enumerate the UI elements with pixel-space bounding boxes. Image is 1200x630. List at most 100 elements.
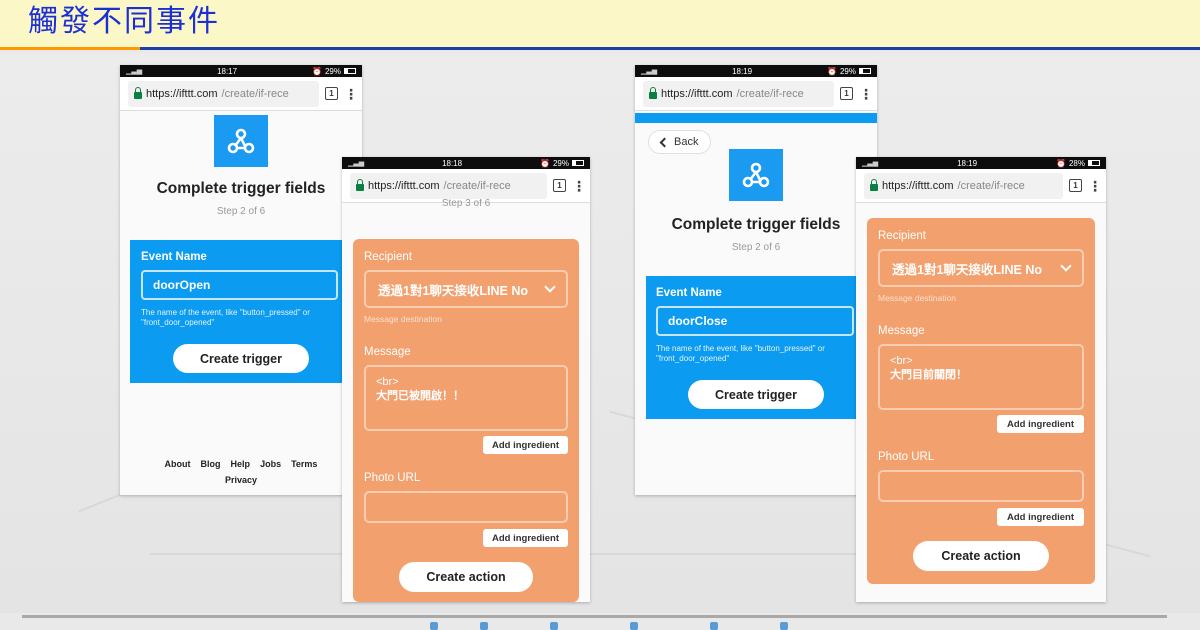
status-bar: ▁▃▅ 18:19 ⏰ 29% [635, 65, 877, 77]
message-label: Message [364, 346, 411, 358]
alarm-icon: ⏰ [312, 66, 322, 76]
event-name-input[interactable]: doorClose [656, 306, 854, 336]
url-host: https://ifttt.com [882, 179, 954, 192]
footer-link-terms[interactable]: Terms [291, 459, 317, 469]
event-name-label: Event Name [141, 251, 207, 263]
signal-icon: ▁▃▅ [126, 68, 143, 75]
footer-link-jobs[interactable]: Jobs [260, 459, 281, 469]
back-button[interactable]: Back [648, 130, 712, 154]
slide-header: 觸發不同事件 [0, 0, 1200, 50]
event-name-label: Event Name [656, 287, 722, 299]
url-host: https://ifttt.com [146, 87, 218, 100]
signal-icon: ▁▃▅ [862, 160, 879, 167]
action-fields-card: Recipient 透過1對1聊天接收LINE No Message desti… [867, 218, 1095, 584]
photo-url-label: Photo URL [878, 451, 935, 463]
status-bar: ▁▃▅ 18:18 ⏰ 29% [342, 157, 590, 169]
recipient-select[interactable]: 透過1對1聊天接收LINE No [364, 270, 568, 308]
page-heading: Complete trigger fields [671, 216, 841, 233]
status-time: 18:19 [732, 66, 753, 76]
slide-footer-rule [22, 615, 1167, 618]
overflow-menu-icon[interactable]: ⋮ [1088, 179, 1102, 193]
tab-switcher-button[interactable]: 1 [553, 179, 566, 192]
battery-icon [343, 68, 356, 74]
recipient-select[interactable]: 透過1對1聊天接收LINE No [878, 249, 1084, 287]
message-line-2: 大門目前關閉！ [890, 369, 967, 381]
trigger-fields-card: Event Name doorClose The name of the eve… [646, 276, 877, 419]
overflow-menu-icon[interactable]: ⋮ [344, 87, 358, 101]
message-line-1: <br> [376, 376, 399, 388]
add-ingredient-button[interactable]: Add ingredient [483, 436, 568, 454]
event-name-helper: The name of the event, like "button_pres… [141, 308, 310, 327]
url-path: /create/if-rece [957, 179, 1025, 192]
url-path: /create/if-rece [221, 87, 289, 100]
address-field[interactable]: https://ifttt.com/create/if-rece [128, 80, 319, 107]
message-label: Message [878, 325, 925, 337]
address-field[interactable]: https://ifttt.com/create/if-rece [350, 172, 547, 199]
photo-url-input[interactable] [878, 470, 1084, 502]
browser-url-bar: https://ifttt.com/create/if-rece 1 ⋮ [342, 169, 590, 203]
event-name-input[interactable]: doorOpen [141, 270, 338, 300]
message-line-1: <br> [890, 355, 913, 367]
phone-screenshot-action-close: ▁▃▅ 18:19 ⏰ 28% https://ifttt.com/create/… [856, 157, 1106, 602]
footer-link-privacy[interactable]: Privacy [225, 475, 257, 485]
battery-percent: 28% [1068, 158, 1085, 168]
footer-link-help[interactable]: Help [231, 459, 251, 469]
status-time: 18:18 [442, 158, 463, 168]
status-time: 18:17 [217, 66, 238, 76]
photo-url-input[interactable] [364, 491, 568, 523]
address-field[interactable]: https://ifttt.com/create/if-rece [864, 172, 1063, 199]
address-field[interactable]: https://ifttt.com/create/if-rece [643, 80, 834, 107]
recipient-label: Recipient [878, 230, 926, 242]
chevron-down-icon [1060, 260, 1072, 272]
phone-screenshot-trigger-open: ▁▃▅ 18:17 ⏰ 29% https://ifttt.com/create/… [120, 65, 362, 495]
browser-url-bar: https://ifttt.com/create/if-rece 1 ⋮ [856, 169, 1106, 203]
phone-screenshot-action-open: ▁▃▅ 18:18 ⏰ 29% https://ifttt.com/create/… [342, 157, 590, 602]
tab-switcher-button[interactable]: 1 [325, 87, 338, 100]
trigger-fields-card: Event Name doorOpen The name of the even… [130, 240, 362, 383]
add-ingredient-button[interactable]: Add ingredient [997, 415, 1084, 433]
footer-dot [780, 622, 788, 630]
tab-switcher-button[interactable]: 1 [1069, 179, 1082, 192]
webhooks-logo-icon [214, 115, 268, 167]
step-indicator: Step 3 of 6 [441, 199, 491, 209]
battery-percent: 29% [324, 66, 341, 76]
action-fields-card: Recipient 透過1對1聊天接收LINE No Message desti… [353, 239, 579, 602]
message-textarea[interactable]: <br> 大門已被開啟！！ [364, 365, 568, 431]
phone-screenshot-trigger-close: ▁▃▅ 18:19 ⏰ 29% https://ifttt.com/create/… [635, 65, 877, 495]
browser-url-bar: https://ifttt.com/create/if-rece 1 ⋮ [120, 77, 362, 111]
footer-dot [480, 622, 488, 630]
footer-dot [630, 622, 638, 630]
lock-icon [870, 178, 878, 191]
create-trigger-button[interactable]: Create trigger [688, 380, 824, 409]
browser-url-bar: https://ifttt.com/create/if-rece 1 ⋮ [635, 77, 877, 111]
footer-dot [430, 622, 438, 630]
recipient-hint: Message destination [878, 293, 956, 303]
overflow-menu-icon[interactable]: ⋮ [572, 179, 586, 193]
back-label: Back [674, 136, 699, 148]
create-trigger-button[interactable]: Create trigger [173, 344, 309, 373]
lock-icon [649, 86, 657, 99]
tab-switcher-button[interactable]: 1 [840, 87, 853, 100]
add-ingredient-button[interactable]: Add ingredient [483, 529, 568, 547]
footer-link-blog[interactable]: Blog [201, 459, 221, 469]
url-path: /create/if-rece [443, 179, 511, 192]
battery-percent: 29% [552, 158, 569, 168]
signal-icon: ▁▃▅ [641, 68, 658, 75]
overflow-menu-icon[interactable]: ⋮ [859, 87, 873, 101]
recipient-label: Recipient [364, 251, 412, 263]
chevron-down-icon [544, 281, 556, 293]
slide-title: 觸發不同事件 [28, 4, 220, 39]
status-time: 18:19 [957, 158, 978, 168]
url-host: https://ifttt.com [661, 87, 733, 100]
create-action-button[interactable]: Create action [399, 562, 533, 592]
add-ingredient-button[interactable]: Add ingredient [997, 508, 1084, 526]
url-host: https://ifttt.com [368, 179, 440, 192]
create-action-button[interactable]: Create action [913, 541, 1049, 571]
url-path: /create/if-rece [736, 87, 804, 100]
footer-dot [710, 622, 718, 630]
battery-icon [1087, 160, 1100, 166]
footer-dot [550, 622, 558, 630]
alarm-icon: ⏰ [540, 158, 550, 168]
message-textarea[interactable]: <br> 大門目前關閉！ [878, 344, 1084, 410]
footer-link-about[interactable]: About [165, 459, 191, 469]
